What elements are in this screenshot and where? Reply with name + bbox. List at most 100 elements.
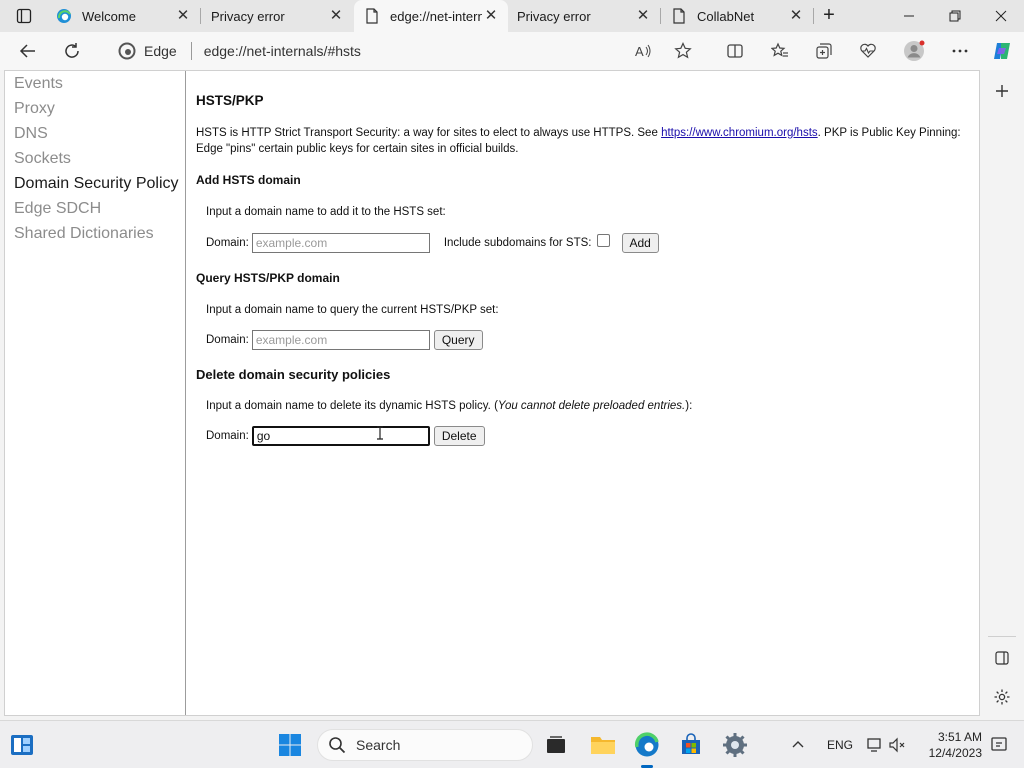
include-subdomains-checkbox[interactable] [596,234,610,247]
restore-button[interactable] [932,0,978,32]
delete-policies-row: Domain: go Delete [206,426,485,446]
delete-domain-input[interactable]: go [251,426,430,446]
site-chip-label: Edge [144,43,177,59]
omnibox-divider [190,42,192,60]
tab-privacy-error-1[interactable]: Privacy error ✕ [201,0,353,32]
taskbar-search-box[interactable]: Search [317,729,533,761]
delete-button[interactable]: Delete [433,426,485,446]
nav-item-dns[interactable]: DNS [14,125,48,143]
network-icon [867,738,881,752]
refresh-button[interactable] [57,36,87,66]
profile-button[interactable] [899,36,929,66]
address-bar[interactable]: Edge edge://net-internals/#hsts [104,35,704,67]
tab-divider [813,8,814,24]
page-title: HSTS/PKP [196,93,264,108]
query-hsts-instruction: Input a domain name to query the current… [206,304,499,316]
edge-sidebar [980,70,1024,716]
domain-label: Domain: [206,334,249,346]
nav-item-domain-security-policy[interactable]: Domain Security Policy [14,175,179,193]
query-button[interactable]: Query [433,330,483,350]
task-view-button[interactable] [542,731,570,759]
sidebar-settings-button[interactable] [987,682,1017,712]
close-tab-icon[interactable]: ✕ [329,8,343,23]
close-window-button[interactable] [978,0,1024,32]
back-arrow-icon [19,44,35,58]
domain-label: Domain: [206,237,249,249]
show-hidden-icons-button[interactable] [791,721,805,768]
task-view-icon [547,736,565,753]
nav-item-edge-sdch[interactable]: Edge SDCH [14,200,101,218]
search-label: Search [356,737,401,753]
favorites-icon [771,42,788,57]
tab-welcome[interactable]: Welcome ✕ [46,0,200,32]
taskbar-clock[interactable]: 3:51 AM 12/4/2023 [920,729,982,761]
copilot-button[interactable] [987,36,1017,66]
add-domain-input[interactable]: example.com [251,233,430,253]
avatar-icon [904,40,925,61]
url-text: edge://net-internals/#hsts [203,43,361,59]
tab-actions-icon [16,8,32,24]
tab-net-internals[interactable]: edge://net-internals/#hsts ✕ [354,0,508,32]
nav-item-events[interactable]: Events [14,75,63,93]
title-bar: Welcome ✕ Privacy error ✕ edge://net-int… [0,0,1024,32]
browser-essentials-button[interactable] [853,36,883,66]
widgets-icon [11,735,33,755]
chromium-hsts-link[interactable]: https://www.chromium.org/hsts [661,127,818,139]
favorite-button[interactable] [668,36,698,66]
delete-instruction-text: Input a domain name to delete its dynami… [206,400,498,412]
close-tab-icon[interactable]: ✕ [636,8,650,23]
input-language[interactable]: ENG [827,721,853,768]
notifications-button[interactable] [990,721,1008,768]
page-content: Events Proxy DNS Sockets Domain Security… [4,70,980,716]
chevron-up-icon [792,741,804,748]
new-tab-button[interactable]: + [818,5,840,27]
close-icon [995,10,1007,22]
star-plus-icon [674,42,692,59]
read-aloud-icon: A [635,44,651,59]
page-icon [364,8,380,24]
site-info-chip[interactable]: Edge [104,42,177,60]
settings-more-button[interactable] [945,36,975,66]
add-hsts-instruction: Input a domain name to add it to the HST… [206,206,446,218]
read-aloud-button[interactable]: A [628,36,658,66]
hide-sidebar-button[interactable] [987,643,1017,673]
nav-item-proxy[interactable]: Proxy [14,100,55,118]
delete-policies-instruction: Input a domain name to delete its dynami… [206,400,692,412]
back-button[interactable] [13,36,43,66]
edge-taskbar-button[interactable] [633,731,661,759]
favorites-button[interactable] [765,36,795,66]
start-button[interactable] [276,731,304,759]
tab-actions-button[interactable] [6,5,42,27]
add-button[interactable]: Add [621,233,659,253]
settings-taskbar-button[interactable] [721,731,749,759]
close-tab-icon[interactable]: ✕ [176,8,190,23]
delete-instruction-note: You cannot delete preloaded entries. [497,400,686,412]
tab-title: Privacy error [517,8,591,24]
hsts-description: HSTS is HTTP Strict Transport Security: … [196,125,976,157]
tab-collabnet[interactable]: CollabNet ✕ [661,0,813,32]
more-dots-icon [952,49,968,53]
add-sidebar-app-button[interactable] [987,76,1017,106]
nav-item-sockets[interactable]: Sockets [14,150,71,168]
collections-button[interactable] [809,36,839,66]
tab-title: edge://net-internals/#hsts [390,8,482,24]
file-explorer-button[interactable] [589,731,617,759]
sidebar-toggle-icon [995,651,1009,665]
nav-item-shared-dictionaries[interactable]: Shared Dictionaries [14,225,154,243]
query-hsts-heading: Query HSTS/PKP domain [196,271,340,285]
domain-label: Domain: [206,430,249,442]
svg-text:A: A [635,44,644,59]
minimize-button[interactable] [886,0,932,32]
network-volume-group[interactable] [866,721,906,768]
store-button[interactable] [677,731,705,759]
split-screen-button[interactable] [720,36,750,66]
tab-title: Privacy error [211,8,285,24]
plus-icon: + [823,4,835,26]
sidebar-divider [988,636,1016,637]
tab-privacy-error-2[interactable]: Privacy error ✕ [508,0,660,32]
query-domain-input[interactable]: example.com [251,330,430,350]
close-tab-icon[interactable]: ✕ [789,8,803,23]
widgets-button[interactable] [8,731,36,759]
edge-logo-icon [118,42,136,60]
close-tab-icon[interactable]: ✕ [484,8,498,23]
